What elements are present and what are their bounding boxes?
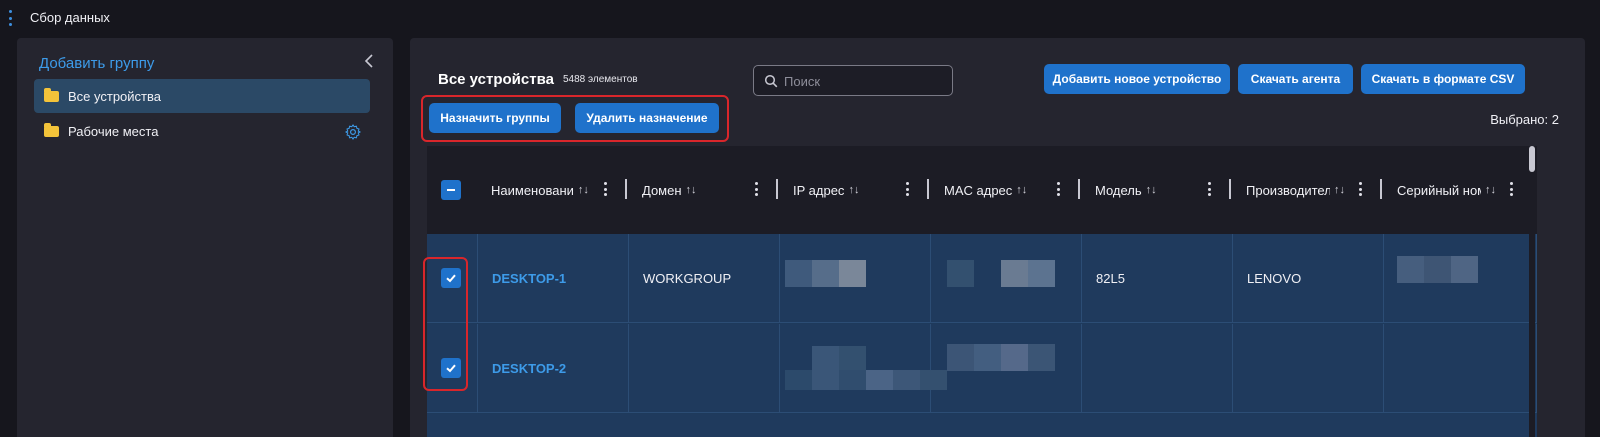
column-divider[interactable] [625,179,627,199]
selected-count: Выбрано: 2 [1490,112,1559,127]
column-menu-icon[interactable] [1056,182,1060,196]
table-scrollbar[interactable] [1529,146,1535,437]
menu-kebab-icon[interactable] [8,10,12,26]
redacted-block [812,370,839,390]
sort-icon[interactable]: ↑↓ [1146,184,1157,196]
column-divider[interactable] [1078,179,1080,199]
sort-icon[interactable]: ↑↓ [686,184,697,196]
redacted-block [947,260,974,287]
domain-cell: WORKGROUP [629,234,780,323]
column-menu-icon[interactable] [1207,182,1211,196]
redacted-block [1028,260,1055,287]
redacted-block [839,370,866,390]
sidebar-item-workstations[interactable]: Рабочие места [34,114,370,148]
redacted-block [1451,256,1478,283]
redacted-block [1001,344,1028,371]
sort-icon[interactable]: ↑↓ [578,184,589,196]
search-icon [764,74,778,88]
ip-cell [780,324,947,413]
redacted-block [1397,256,1424,283]
redacted-block [785,260,812,287]
sort-icon[interactable]: ↑↓ [848,184,859,196]
gear-icon[interactable] [344,123,362,141]
domain-cell [629,324,780,413]
folder-icon [44,122,59,137]
column-header-ip[interactable]: IP адрес ↑↓ [793,146,933,234]
redacted-block [893,370,920,390]
sidebar-item-label: Рабочие места [68,123,159,139]
sort-icon[interactable]: ↑↓ [1016,184,1027,196]
add-device-button[interactable]: Добавить новое устройство [1044,64,1230,94]
assign-groups-button[interactable]: Назначить группы [429,103,561,133]
column-menu-icon[interactable] [1509,182,1513,196]
table-header: Наименовани ↑↓ Домен ↑↓ IP адрес ↑↓ MAC … [427,146,1537,234]
search-box[interactable] [753,65,953,96]
download-agent-button[interactable]: Скачать агента [1238,64,1353,94]
table-row[interactable] [427,414,1537,437]
column-header-model[interactable]: Модель ↑↓ [1095,146,1235,234]
redacted-block [1028,344,1055,371]
select-all-checkbox[interactable] [441,180,461,200]
mac-cell [931,324,1082,413]
sidebar-item-all-devices[interactable]: Все устройства [34,79,370,113]
column-header-name[interactable]: Наименовани ↑↓ [491,146,631,234]
column-divider[interactable] [1380,179,1382,199]
column-header-domain[interactable]: Домен ↑↓ [642,146,782,234]
redacted-block [812,260,839,287]
top-bar: Сбор данных [0,0,1600,36]
download-csv-button[interactable]: Скачать в формате CSV [1361,64,1525,94]
scrollbar-thumb[interactable] [1529,146,1535,172]
table-row[interactable]: DESKTOP-2 [427,324,1537,413]
vendor-cell: LENOVO [1233,234,1384,323]
device-name-link[interactable]: DESKTOP-1 [478,234,629,323]
page-title: Все устройства [438,71,554,88]
column-header-mac[interactable]: MAC адрес ↑↓ [944,146,1084,234]
collapse-sidebar-icon[interactable] [362,53,376,69]
devices-panel: Все устройства 5488 элементов Добавить н… [410,38,1585,437]
mac-cell [931,234,1082,323]
column-menu-icon[interactable] [905,182,909,196]
redacted-block [866,370,893,390]
column-menu-icon[interactable] [603,182,607,196]
redacted-block [1001,260,1028,287]
vendor-cell [1233,324,1384,413]
sidebar-item-label: Все устройства [68,88,161,104]
column-header-serial[interactable]: Серийный ном ↑↓ [1397,146,1537,234]
add-group-link[interactable]: Добавить группу [39,55,154,72]
column-divider[interactable] [927,179,929,199]
model-cell [1082,324,1233,413]
groups-sidebar: Добавить группу Все устройства Рабочие м… [17,38,393,437]
sort-icon[interactable]: ↑↓ [1334,184,1345,196]
items-count: 5488 элементов [563,74,638,85]
minus-icon [447,189,455,191]
redacted-block [974,344,1001,371]
column-menu-icon[interactable] [754,182,758,196]
column-header-vendor[interactable]: Производител ↑↓ [1246,146,1386,234]
redacted-block [812,346,839,370]
model-cell: 82L5 [1082,234,1233,323]
column-menu-icon[interactable] [1358,182,1362,196]
app-title: Сбор данных [30,10,110,25]
remove-assignment-button[interactable]: Удалить назначение [575,103,719,133]
folder-icon [44,87,59,102]
search-input[interactable] [784,72,944,90]
redacted-block [1424,256,1451,283]
device-name-link[interactable]: DESKTOP-2 [478,324,629,413]
column-divider[interactable] [776,179,778,199]
column-divider[interactable] [1229,179,1231,199]
serial-cell [1384,324,1537,413]
redacted-block [785,370,812,390]
redacted-block [839,260,866,287]
table-row[interactable]: DESKTOP-1 WORKGROUP 82L5 LENOVO [427,234,1537,323]
sort-icon[interactable]: ↑↓ [1485,184,1496,196]
redacted-block [947,344,974,371]
ip-cell [780,234,931,323]
redacted-block [839,346,866,370]
devices-table: Наименовани ↑↓ Домен ↑↓ IP адрес ↑↓ MAC … [427,146,1537,437]
checkbox-highlight [423,257,468,391]
serial-cell [1384,234,1537,323]
